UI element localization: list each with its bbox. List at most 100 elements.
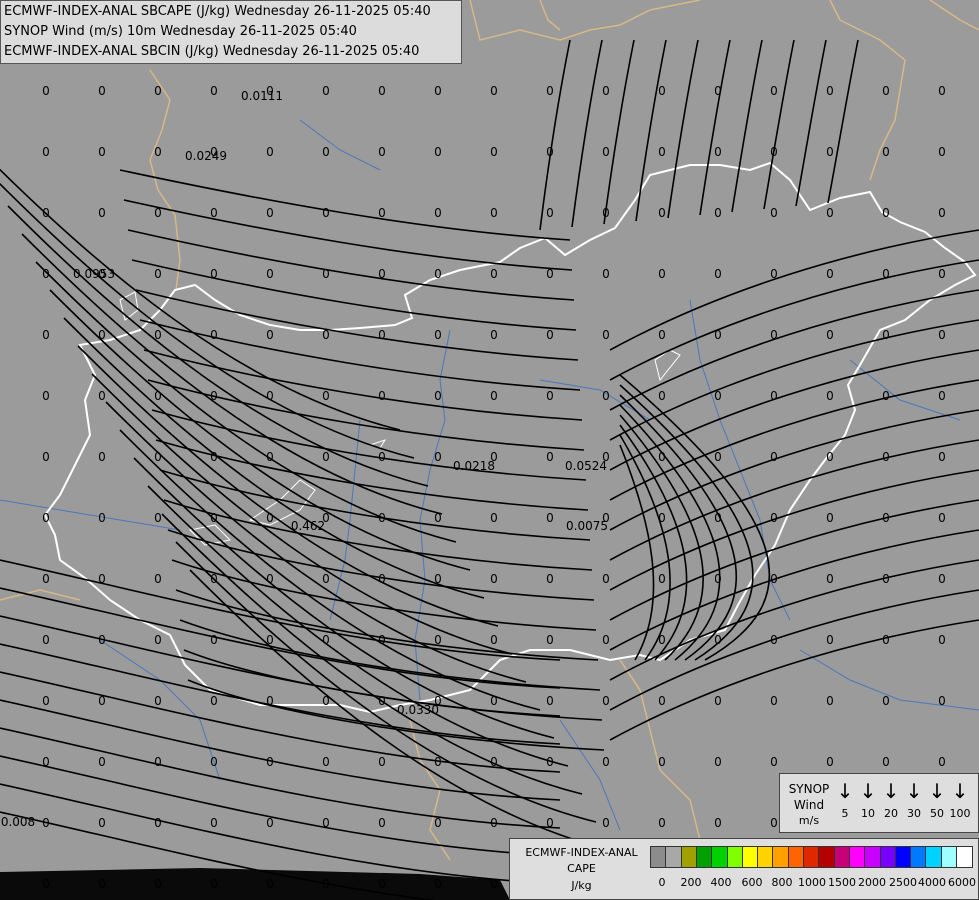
- value-label: 0: [42, 328, 50, 342]
- value-label: 0: [938, 633, 946, 647]
- title-line-cin: ECMWF-INDEX-ANAL SBCIN (J/kg) Wednesday …: [4, 44, 420, 59]
- value-label: 0: [210, 755, 218, 769]
- value-label: 0: [714, 450, 722, 464]
- value-label: 0: [826, 389, 834, 403]
- cape-tick-label: 2000: [858, 876, 886, 889]
- cape-color-legend: ECMWF-INDEX-ANAL CAPE J/kg 0 200 400 600 800…: [509, 838, 979, 900]
- value-label: 0: [434, 633, 442, 647]
- value-label: 0: [434, 572, 442, 586]
- value-label: 0: [882, 572, 890, 586]
- value-label: 0: [938, 755, 946, 769]
- value-label: 0: [266, 694, 274, 708]
- value-label: 0: [770, 84, 778, 98]
- value-label: 0: [154, 511, 162, 525]
- value-label: 0: [210, 877, 218, 891]
- value-label: 0: [42, 755, 50, 769]
- value-label: 0: [154, 816, 162, 830]
- synop-legend-title: SYNOP: [788, 782, 830, 796]
- value-label: 0: [322, 816, 330, 830]
- value-label: 0: [658, 206, 666, 220]
- value-label: 0: [378, 145, 386, 159]
- value-label: 0: [378, 267, 386, 281]
- weather-map: 0 0 0 0 0 0 0 0 0 0 0 0 0 0 0 0 0 0 0 0 0 0 0 0 0 0 0 0 0 0 0 0 0 0 0 0 0 0 0 0…: [0, 0, 979, 900]
- value-label: 0: [938, 694, 946, 708]
- value-label: 0: [154, 572, 162, 586]
- value-label: 0: [546, 450, 554, 464]
- value-label: 0: [434, 877, 442, 891]
- cape-tick-label: 2500: [889, 876, 917, 889]
- value-label: 0.0218: [453, 459, 495, 473]
- value-label: 0: [210, 572, 218, 586]
- value-label: 0: [546, 328, 554, 342]
- value-label: 0: [770, 450, 778, 464]
- value-label: 0: [546, 816, 554, 830]
- wind-barb-arrow-icon: ↓: [951, 779, 969, 803]
- value-label: 0: [826, 267, 834, 281]
- value-label: 0: [434, 389, 442, 403]
- value-label: 0: [938, 511, 946, 525]
- value-label: 0: [602, 694, 610, 708]
- value-label: 0: [602, 816, 610, 830]
- cape-legend-subtitle: CAPE: [567, 862, 596, 875]
- value-label: 0: [490, 633, 498, 647]
- value-label: 0: [546, 572, 554, 586]
- value-label: 0: [882, 84, 890, 98]
- value-label: 0: [770, 572, 778, 586]
- value-label: 0: [602, 633, 610, 647]
- value-label: 0.0249: [185, 149, 227, 163]
- value-label: 0: [434, 328, 442, 342]
- value-label: 0: [434, 206, 442, 220]
- value-label: 0: [154, 389, 162, 403]
- value-label: 0: [602, 267, 610, 281]
- value-label: 0: [210, 450, 218, 464]
- value-label: 0: [98, 694, 106, 708]
- value-label: 0: [602, 572, 610, 586]
- value-label: 0: [490, 816, 498, 830]
- value-label: 0: [490, 877, 498, 891]
- synop-speed-value: 20: [884, 807, 898, 820]
- value-label: 0: [882, 511, 890, 525]
- value-label: 0: [602, 755, 610, 769]
- value-label: 0: [546, 511, 554, 525]
- value-label: 0: [770, 633, 778, 647]
- cape-tick-label: 4000: [918, 876, 946, 889]
- synop-speed-item: ↓ 20: [880, 780, 902, 820]
- value-label: 0: [266, 389, 274, 403]
- synop-speed-item: ↓ 30: [903, 780, 925, 820]
- title-line-cape: ECMWF-INDEX-ANAL SBCAPE (J/kg) Wednesday…: [4, 4, 431, 19]
- value-label: 0: [98, 877, 106, 891]
- value-label: 0: [602, 145, 610, 159]
- value-label: 0: [378, 694, 386, 708]
- value-label: 0: [42, 511, 50, 525]
- value-label: 0: [434, 84, 442, 98]
- value-label: 0: [42, 206, 50, 220]
- value-label: 0: [714, 755, 722, 769]
- value-label: 0: [714, 389, 722, 403]
- value-label: 0: [322, 84, 330, 98]
- value-label: 0: [42, 450, 50, 464]
- value-label: 0: [546, 755, 554, 769]
- value-label: 0: [322, 328, 330, 342]
- value-label: 0.0075: [566, 519, 608, 533]
- value-label: 0: [490, 694, 498, 708]
- value-label: 0: [154, 84, 162, 98]
- cape-tick-label: 400: [710, 876, 732, 889]
- value-label: 0: [658, 267, 666, 281]
- value-label: 0: [210, 206, 218, 220]
- value-label: 0: [98, 816, 106, 830]
- synop-legend-subtitle: Wind: [793, 798, 825, 812]
- value-label: 0: [266, 633, 274, 647]
- value-label: 0: [770, 816, 778, 830]
- value-label: 0: [322, 694, 330, 708]
- value-label: 0: [42, 389, 50, 403]
- value-label: 0: [434, 267, 442, 281]
- value-label: 0: [714, 206, 722, 220]
- value-label: 0: [42, 816, 50, 830]
- cape-legend-title: ECMWF-INDEX-ANAL: [525, 846, 638, 859]
- value-label: 0: [42, 877, 50, 891]
- value-label: 0: [490, 511, 498, 525]
- title-line-wind: SYNOP Wind (m/s) 10m Wednesday 26-11-202…: [4, 24, 357, 39]
- value-label: 0: [378, 206, 386, 220]
- value-label: 0: [266, 145, 274, 159]
- value-label: 0: [490, 572, 498, 586]
